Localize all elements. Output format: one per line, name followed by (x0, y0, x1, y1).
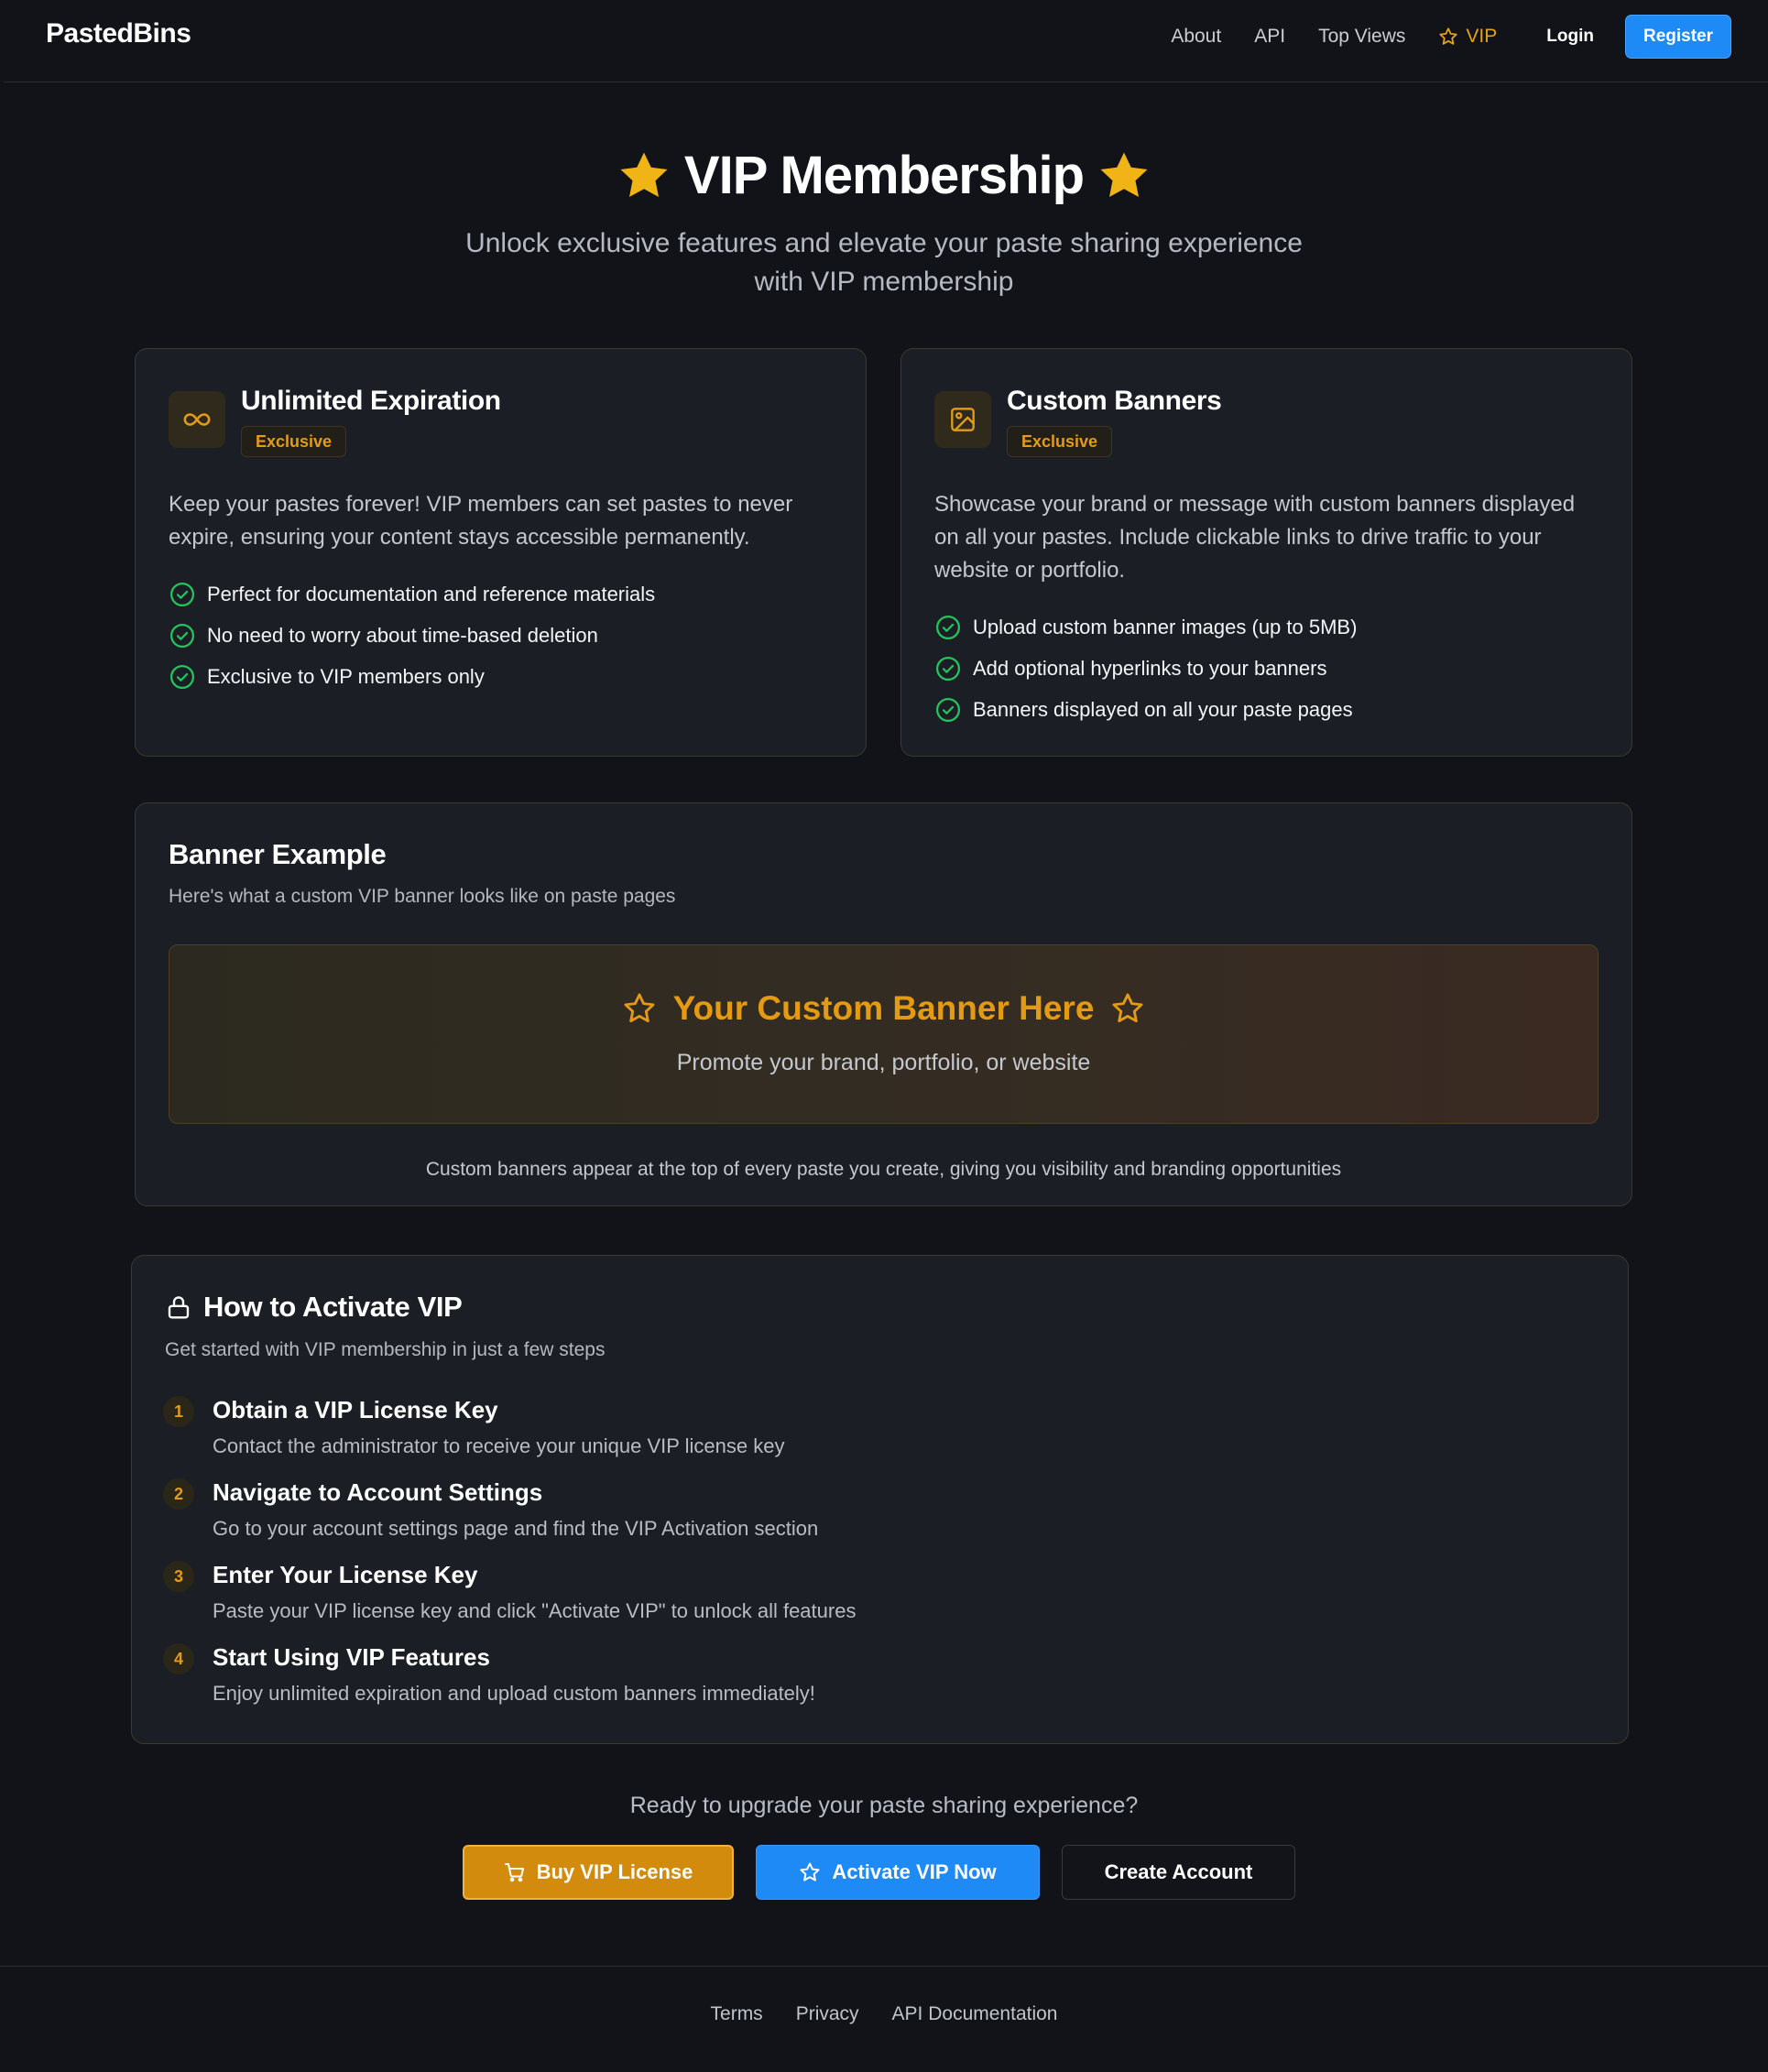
banner-example-card: Banner Example Here's what a custom VIP … (135, 802, 1632, 1206)
checklist-item: Add optional hyperlinks to your banners (934, 648, 1357, 689)
activate-vip-button[interactable]: Activate VIP Now (756, 1845, 1040, 1900)
create-account-button[interactable]: Create Account (1062, 1845, 1295, 1900)
banner-example-subtitle: Here's what a custom VIP banner looks li… (169, 886, 676, 907)
page-subtitle-line2: with VIP membership (754, 267, 1014, 297)
step-title: Navigate to Account Settings (213, 1478, 543, 1506)
feature-description: Showcase your brand or message with cust… (934, 492, 1576, 583)
banner-preview: Your Custom Banner Here Promote your bra… (169, 944, 1599, 1124)
star-outline-icon (800, 1862, 820, 1881)
checklist-item: Upload custom banner images (up to 5MB) (934, 606, 1357, 648)
checklist-item-text: Add optional hyperlinks to your banners (973, 656, 1327, 680)
step-description: Paste your VIP license key and click "Ac… (213, 1599, 857, 1622)
checklist-item-text: No need to worry about time-based deleti… (207, 623, 598, 647)
footer-links: Terms Privacy API Documentation (0, 2003, 1768, 2025)
banner-note: Custom banners appear at the top of ever… (425, 1159, 1342, 1180)
buy-vip-license-button[interactable]: Buy VIP License (463, 1845, 734, 1900)
feature-icon-box (169, 391, 225, 448)
footer-link-terms[interactable]: Terms (711, 2003, 763, 2025)
nav-vip-label: VIP (1466, 26, 1498, 47)
star-outline-icon (1439, 27, 1458, 45)
checklist-item: Exclusive to VIP members only (169, 656, 655, 697)
login-link[interactable]: Login (1546, 27, 1594, 47)
page-subtitle: Unlock exclusive features and elevate yo… (0, 224, 1768, 301)
activate-title: How to Activate VIP (165, 1291, 463, 1324)
check-circle-icon (170, 582, 194, 606)
activate-subtitle: Get started with VIP membership in just … (165, 1339, 606, 1360)
footer-link-privacy[interactable]: Privacy (796, 2003, 859, 2025)
page-title: VIP Membership (0, 145, 1768, 206)
nav-link-api[interactable]: API (1254, 26, 1285, 48)
checklist-item: Perfect for documentation and reference … (169, 573, 655, 615)
step-number: 1 (163, 1396, 194, 1427)
check-circle-icon (170, 623, 194, 648)
activate-vip-label: Activate VIP Now (832, 1860, 997, 1883)
step-description: Go to your account settings page and fin… (213, 1517, 819, 1540)
nav-link-about[interactable]: About (1171, 26, 1221, 48)
exclusive-badge: Exclusive (241, 426, 347, 457)
check-circle-icon (936, 697, 960, 722)
step-description: Enjoy unlimited expiration and upload cu… (213, 1682, 815, 1705)
feature-description: Keep your pastes forever! VIP members ca… (169, 492, 793, 550)
brand-logo[interactable]: PastedBins (46, 18, 191, 49)
checklist-item: Banners displayed on all your paste page… (934, 689, 1357, 730)
image-icon (951, 408, 975, 431)
feature-icon-box (934, 391, 991, 448)
star-filled-icon (1100, 152, 1148, 197)
feature-checklist: Upload custom banner images (up to 5MB) … (934, 606, 1357, 730)
check-circle-icon (170, 664, 194, 689)
buy-vip-license-label: Buy VIP License (536, 1860, 693, 1883)
check-circle-icon (936, 656, 960, 681)
page-title-text: VIP Membership (683, 146, 1085, 205)
nav-link-vip[interactable]: VIP (1438, 26, 1497, 48)
banner-preview-title-text: Your Custom Banner Here (672, 989, 1095, 1027)
star-filled-icon (620, 152, 668, 197)
nav-links: About API Top Views VIP Login Register (1171, 15, 1731, 59)
feature-card-unlimited-expiration: Unlimited Expiration Exclusive Keep your… (135, 348, 867, 757)
step-description: Contact the administrator to receive you… (213, 1434, 785, 1457)
activate-title-text: How to Activate VIP (203, 1291, 463, 1323)
cta-text: Ready to upgrade your paste sharing expe… (629, 1793, 1139, 1818)
checklist-item: No need to worry about time-based deleti… (169, 615, 655, 656)
step-number: 2 (163, 1478, 194, 1510)
lock-icon (168, 1296, 190, 1319)
navbar: PastedBins About API Top Views VIP Login… (4, 0, 1768, 82)
checklist-item-text: Perfect for documentation and reference … (207, 582, 656, 605)
step-title: Obtain a VIP License Key (213, 1396, 498, 1423)
step-title: Start Using VIP Features (213, 1643, 490, 1671)
feature-card-custom-banners: Custom Banners Exclusive Showcase your b… (900, 348, 1632, 757)
footer: Terms Privacy API Documentation (0, 1966, 1768, 2072)
checklist-item-text: Exclusive to VIP members only (207, 664, 485, 688)
step-number: 4 (163, 1643, 194, 1674)
step-title: Enter Your License Key (213, 1561, 478, 1588)
feature-title: Unlimited Expiration (241, 386, 501, 416)
exclusive-badge: Exclusive (1007, 426, 1113, 457)
footer-link-api-docs[interactable]: API Documentation (892, 2003, 1058, 2025)
checklist-item-text: Banners displayed on all your paste page… (973, 697, 1353, 721)
infinity-icon (183, 413, 211, 426)
star-outline-icon (1112, 993, 1143, 1023)
checklist-item-text: Upload custom banner images (up to 5MB) (973, 615, 1358, 638)
star-outline-icon (624, 993, 655, 1023)
register-button[interactable]: Register (1624, 15, 1731, 59)
activate-card: How to Activate VIP Get started with VIP… (131, 1255, 1629, 1744)
banner-preview-title: Your Custom Banner Here (169, 989, 1598, 1028)
check-circle-icon (936, 615, 960, 639)
feature-title: Custom Banners (1007, 386, 1222, 416)
banner-preview-subtitle: Promote your brand, portfolio, or websit… (676, 1050, 1091, 1075)
step-number: 3 (163, 1561, 194, 1592)
create-account-label: Create Account (1104, 1860, 1253, 1883)
feature-checklist: Perfect for documentation and reference … (169, 573, 655, 697)
banner-example-title: Banner Example (169, 838, 387, 870)
cart-icon (504, 1863, 524, 1882)
nav-link-top-views[interactable]: Top Views (1318, 26, 1405, 48)
page-subtitle-line1: Unlock exclusive features and elevate yo… (465, 228, 1303, 258)
